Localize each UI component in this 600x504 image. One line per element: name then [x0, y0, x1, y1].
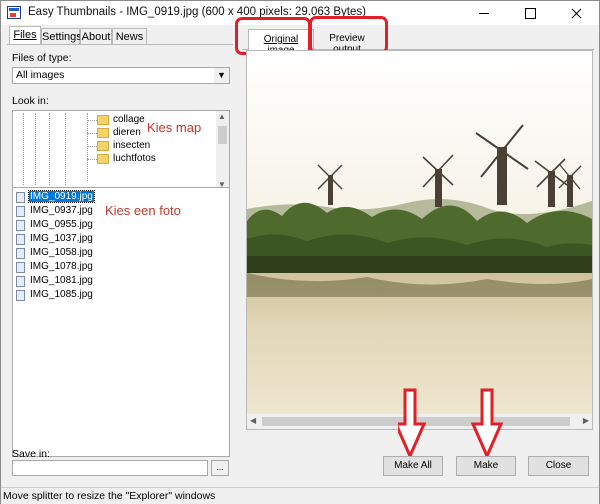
tree-connector [87, 146, 97, 147]
scroll-thumb[interactable] [218, 126, 227, 144]
tab-about[interactable]: About [80, 28, 112, 45]
tab-news[interactable]: News [112, 28, 147, 45]
tree-connector [87, 159, 97, 160]
close-icon[interactable] [553, 1, 599, 25]
file-icon [16, 206, 25, 217]
arrow-down-icon [398, 388, 427, 460]
tree-vertical-scrollbar[interactable]: ▲ ▼ [216, 111, 229, 190]
file-icon [16, 248, 25, 259]
folder-item[interactable]: insecten [87, 140, 207, 153]
file-label: IMG_1085.jpg [30, 289, 93, 300]
scroll-right-icon[interactable]: ▶ [583, 416, 589, 425]
savein-field[interactable] [12, 460, 208, 476]
image-viewer[interactable]: ◀ ▶ [246, 50, 593, 430]
folder-label: dieren [113, 127, 141, 138]
tree-guide [65, 113, 66, 185]
folder-icon [97, 128, 109, 138]
file-label: IMG_1058.jpg [30, 247, 93, 258]
minimize-icon[interactable] [461, 1, 507, 25]
file-icon [16, 290, 25, 301]
annotation-photo-hint: Kies een foto [105, 203, 181, 218]
list-item[interactable]: IMG_1081.jpg [16, 275, 136, 288]
scroll-left-icon[interactable]: ◀ [250, 416, 256, 425]
app-window: Easy Thumbnails - IMG_0919.jpg (600 x 40… [0, 0, 600, 504]
annotation-arrows [398, 388, 504, 460]
file-icon [16, 234, 25, 245]
maximize-icon[interactable] [507, 1, 553, 25]
list-item[interactable]: IMG_1058.jpg [16, 247, 136, 260]
app-icon [7, 6, 21, 19]
list-item[interactable]: IMG_1085.jpg [16, 289, 136, 302]
file-list[interactable]: IMG_0919.jpg IMG_0937.jpg IMG_0955.jpg I… [12, 187, 230, 457]
close-button[interactable]: Close [528, 456, 589, 476]
file-icon [16, 192, 25, 203]
explorer-pane: Files Settings About News Files of type:… [1, 25, 237, 487]
folder-label: collage [113, 114, 145, 125]
scroll-up-icon[interactable]: ▲ [218, 112, 226, 121]
file-label: IMG_1081.jpg [30, 275, 93, 286]
folder-item[interactable]: luchtfotos [87, 153, 207, 166]
folder-icon [97, 154, 109, 164]
list-item[interactable]: IMG_1037.jpg [16, 233, 136, 246]
tree-guide [49, 113, 50, 185]
file-icon [16, 262, 25, 273]
filetype-value: All images [16, 69, 65, 81]
status-text: Move splitter to resize the "Explorer" w… [3, 490, 216, 502]
folder-label: luchtfotos [113, 153, 156, 164]
file-label: IMG_1037.jpg [30, 233, 93, 244]
savein-label: Save in: [12, 448, 50, 460]
file-label: IMG_0919.jpg [28, 190, 95, 203]
tree-guide [35, 113, 36, 185]
list-item[interactable]: IMG_1078.jpg [16, 261, 136, 274]
file-icon [16, 220, 25, 231]
arrow-down-icon [470, 388, 504, 460]
file-label: IMG_0937.jpg [30, 205, 93, 216]
tab-settings[interactable]: Settings [41, 28, 82, 45]
folder-icon [97, 115, 109, 125]
browse-button[interactable]: ... [211, 460, 229, 476]
filetype-label: Files of type: [12, 52, 72, 64]
tree-guide [23, 113, 24, 185]
windmill-photo [247, 51, 592, 414]
make-all-button[interactable]: Make All [383, 456, 443, 476]
tab-files[interactable]: Files [9, 26, 41, 45]
tab-divider [7, 44, 233, 45]
folder-label: insecten [113, 140, 151, 151]
image-pane: Original image Preview output [235, 16, 599, 487]
annotation-highlight [309, 16, 388, 54]
folder-icon [97, 141, 109, 151]
file-icon [16, 276, 25, 287]
make-button[interactable]: Make [456, 456, 516, 476]
status-bar: Move splitter to resize the "Explorer" w… [1, 487, 599, 504]
file-label: IMG_0955.jpg [30, 219, 93, 230]
annotation-folder-hint: Kies map [147, 120, 202, 135]
filetype-select[interactable]: All images ▼ [12, 67, 230, 84]
tree-connector [87, 133, 97, 134]
tree-connector [87, 120, 97, 121]
list-item[interactable]: IMG_0955.jpg [16, 219, 136, 232]
file-label: IMG_1078.jpg [30, 261, 93, 272]
down-arrow-icon[interactable]: ▼ [214, 68, 229, 83]
lookin-label: Look in: [12, 95, 49, 107]
